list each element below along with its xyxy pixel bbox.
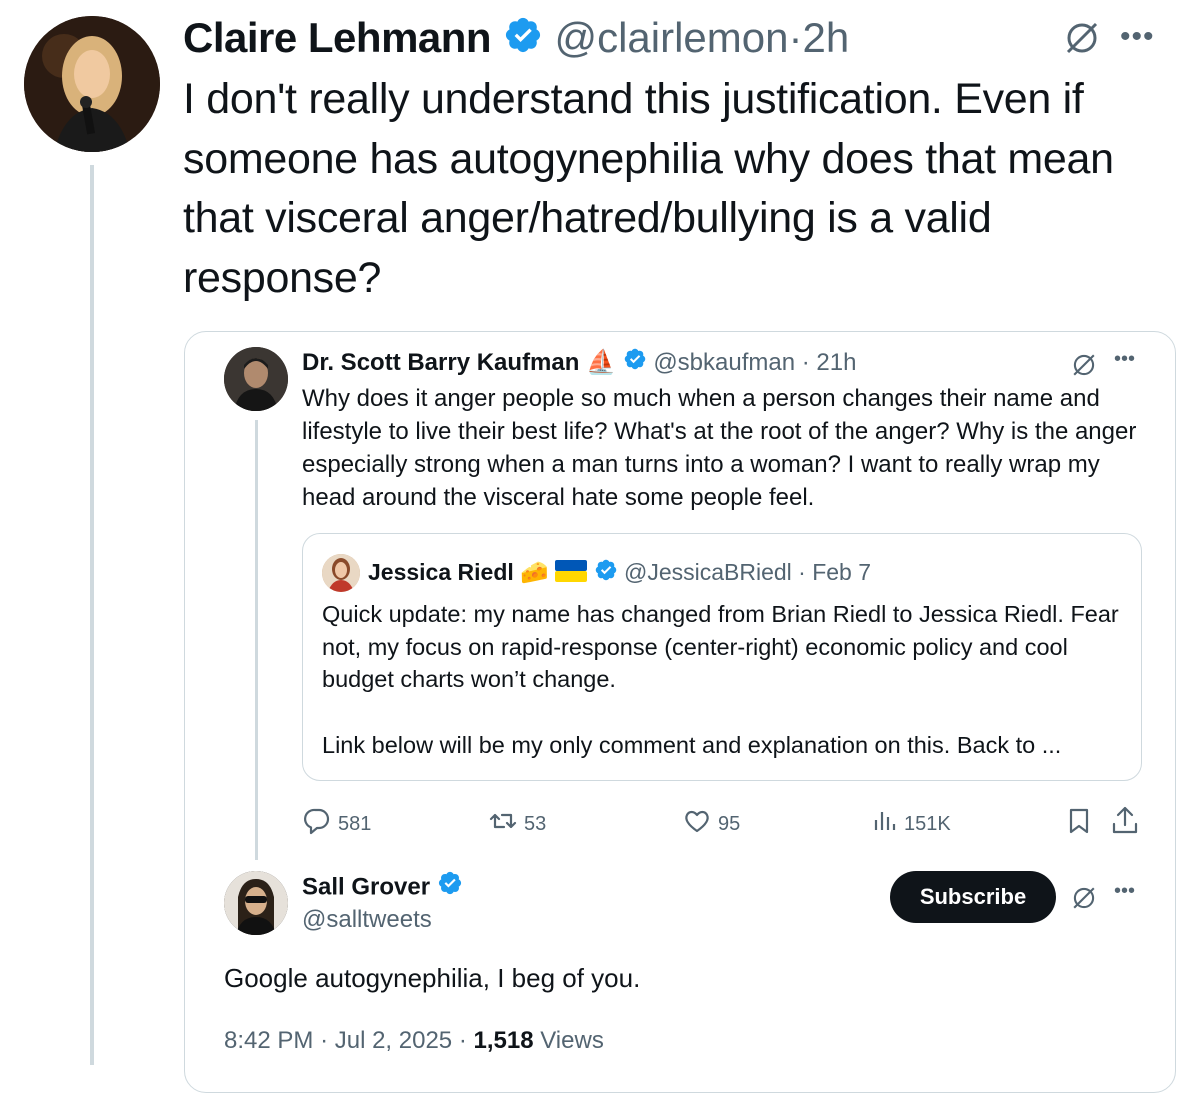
tweet-text: Google autogynephilia, I beg of you. bbox=[224, 963, 641, 993]
reply-count: 581 bbox=[338, 812, 372, 835]
author-name[interactable]: Jessica Riedl bbox=[368, 559, 514, 585]
views-count: 151K bbox=[904, 812, 951, 835]
verified-badge-icon bbox=[594, 558, 618, 590]
author-handle[interactable]: @salltweets bbox=[302, 904, 432, 936]
author-name[interactable]: Dr. Scott Barry Kaufman bbox=[302, 349, 579, 376]
verified-badge-icon bbox=[437, 870, 463, 906]
ukraine-flag-icon bbox=[555, 558, 588, 590]
tweet-time[interactable]: 8:42 PM bbox=[224, 1027, 313, 1054]
reply-icon bbox=[302, 806, 332, 842]
reply-author-name-row: Sall Grover bbox=[302, 870, 463, 906]
separator-dot: · bbox=[320, 1027, 329, 1054]
tweet-text: Why does it anger people so much when a … bbox=[302, 385, 1137, 511]
author-handle[interactable]: @clairlemon bbox=[554, 14, 788, 61]
grok-icon[interactable] bbox=[1070, 884, 1098, 917]
tweet-date[interactable]: Jul 2, 2025 bbox=[335, 1027, 452, 1054]
repost-count: 53 bbox=[524, 812, 547, 835]
avatar-claire-lehmann[interactable] bbox=[24, 16, 160, 152]
heart-icon bbox=[682, 806, 712, 842]
subscribe-button[interactable]: Subscribe bbox=[890, 871, 1056, 923]
bookmark-icon[interactable] bbox=[1066, 806, 1092, 841]
like-count: 95 bbox=[718, 812, 741, 835]
thread-line bbox=[90, 165, 94, 1065]
reply-button[interactable]: 581 bbox=[302, 806, 371, 842]
repost-button[interactable]: 53 bbox=[488, 806, 546, 842]
share-icon[interactable] bbox=[1110, 804, 1140, 841]
author-handle[interactable]: @JessicaBRiedl bbox=[624, 559, 792, 585]
inner-quote-text: Quick update: my name has changed from B… bbox=[322, 601, 1119, 692]
tweet-meta: 8:42 PM · Jul 2, 2025 · 1,518 Views bbox=[224, 1024, 604, 1058]
avatar-sall-grover[interactable] bbox=[224, 871, 288, 935]
author-name[interactable]: Sall Grover bbox=[302, 873, 430, 900]
grok-icon[interactable] bbox=[1062, 18, 1102, 63]
more-options-icon[interactable]: ••• bbox=[1114, 348, 1135, 371]
views-count[interactable]: 1,518 bbox=[474, 1027, 534, 1054]
verified-badge-icon bbox=[503, 15, 543, 67]
author-handle[interactable]: @sbkaufman bbox=[653, 349, 795, 376]
thread-line bbox=[255, 420, 258, 860]
separator-dot: · bbox=[795, 349, 817, 376]
avatar-scott-barry-kaufman[interactable] bbox=[224, 347, 288, 411]
separator-dot: · bbox=[788, 14, 803, 61]
inner-quote-header: Jessica Riedl 🧀 @JessicaBRiedl · Feb 7 bbox=[368, 556, 871, 590]
grok-icon[interactable] bbox=[1070, 351, 1098, 384]
views-label: Views bbox=[540, 1027, 604, 1054]
quoted-tweet-header: Dr. Scott Barry Kaufman ⛵ @sbkaufman · 2… bbox=[302, 346, 856, 381]
separator-dot: · bbox=[458, 1027, 467, 1054]
more-options-icon[interactable]: ••• bbox=[1120, 20, 1155, 54]
tweet-time[interactable]: 2h bbox=[802, 14, 849, 61]
main-tweet-header: Claire Lehmann @clairlemon·2h bbox=[183, 12, 849, 67]
sailboat-emoji: ⛵ bbox=[586, 349, 616, 376]
cheese-emoji: 🧀 bbox=[520, 559, 549, 585]
inner-quote-text-continued: Link below will be my only comment and e… bbox=[322, 732, 1062, 758]
avatar-jessica-riedl[interactable] bbox=[322, 554, 360, 592]
author-name[interactable]: Claire Lehmann bbox=[183, 14, 492, 61]
more-options-icon[interactable]: ••• bbox=[1114, 880, 1135, 903]
like-button[interactable]: 95 bbox=[682, 806, 740, 842]
verified-badge-icon bbox=[623, 347, 647, 381]
separator-dot: · bbox=[791, 559, 813, 585]
tweet-time[interactable]: 21h bbox=[816, 349, 856, 376]
views-button[interactable]: 151K bbox=[872, 806, 951, 842]
tweet-time[interactable]: Feb 7 bbox=[812, 559, 871, 585]
analytics-icon bbox=[872, 806, 898, 842]
repost-icon bbox=[488, 806, 518, 842]
tweet-text: I don't really understand this justifica… bbox=[183, 75, 1114, 302]
